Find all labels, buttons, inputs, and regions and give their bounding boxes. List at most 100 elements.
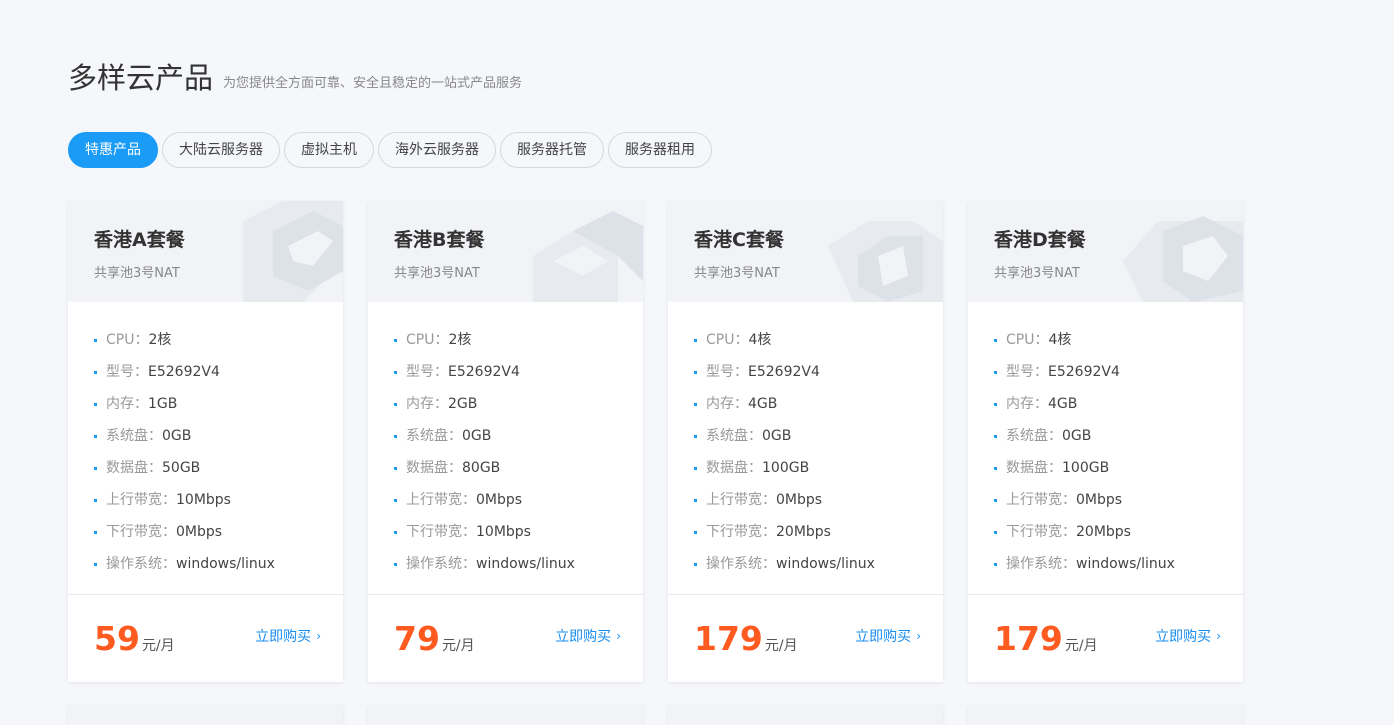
spec-item-data-disk: 数据盘： 80GB bbox=[394, 452, 575, 484]
card-header: 香港C套餐 共享池3号NAT bbox=[668, 201, 943, 302]
spec-label: 下行带宽： bbox=[106, 524, 176, 540]
spec-item-cpu: CPU： 2核 bbox=[394, 324, 575, 356]
spec-label: 数据盘： bbox=[706, 460, 762, 476]
spec-label: 操作系统： bbox=[706, 556, 776, 572]
bullet-icon bbox=[694, 562, 697, 566]
spec-item-download: 下行带宽： 10Mbps bbox=[394, 516, 575, 548]
spec-label: 操作系统： bbox=[406, 556, 476, 572]
spec-value: 4GB bbox=[1048, 396, 1078, 412]
price-unit: 元/月 bbox=[441, 638, 475, 654]
buy-now-link[interactable]: 立即购买 › bbox=[555, 626, 621, 646]
tab-server-rental[interactable]: 服务器租用 bbox=[608, 132, 712, 168]
spec-label: 下行带宽： bbox=[1006, 524, 1076, 540]
spec-item-model: 型号： E52692V4 bbox=[994, 356, 1175, 388]
tab-server-hosting[interactable]: 服务器托管 bbox=[500, 132, 604, 168]
buy-now-link[interactable]: 立即购买 › bbox=[255, 626, 321, 646]
tab-overseas-cloud[interactable]: 海外云服务器 bbox=[378, 132, 496, 168]
chevron-right-icon: › bbox=[1216, 629, 1221, 643]
card-header: 香港B套餐 共享池3号NAT bbox=[368, 201, 643, 302]
bullet-icon bbox=[694, 402, 697, 406]
price-row: 179 元/月 立即购买 › bbox=[994, 618, 1221, 658]
spec-label: 型号： bbox=[106, 364, 148, 380]
plan-price: 179 bbox=[694, 619, 763, 658]
product-tabs: 特惠产品 大陆云服务器 虚拟主机 海外云服务器 服务器托管 服务器租用 bbox=[68, 132, 716, 168]
spec-value: 2GB bbox=[448, 396, 478, 412]
spec-label: 上行带宽： bbox=[106, 492, 176, 508]
spec-label: 系统盘： bbox=[1006, 428, 1062, 444]
spec-value: 4GB bbox=[748, 396, 778, 412]
spec-value: 10Mbps bbox=[176, 492, 231, 508]
spec-value: 0GB bbox=[1062, 428, 1092, 444]
spec-label: 系统盘： bbox=[406, 428, 462, 444]
spec-item-upload: 上行带宽： 0Mbps bbox=[394, 484, 575, 516]
tab-special-offers[interactable]: 特惠产品 bbox=[68, 132, 158, 168]
price-unit: 元/月 bbox=[141, 638, 175, 654]
spec-item-data-disk: 数据盘： 100GB bbox=[694, 452, 875, 484]
section-subtitle: 为您提供全方面可靠、安全且稳定的一站式产品服务 bbox=[223, 76, 523, 91]
bullet-icon bbox=[94, 466, 97, 470]
spec-list: CPU： 2核 型号： E52692V4 内存： 2GB 系统盘： 0GB 数据… bbox=[394, 324, 575, 580]
spec-label: 数据盘： bbox=[406, 460, 462, 476]
spec-value: 2核 bbox=[148, 332, 172, 348]
spec-value: windows/linux bbox=[476, 556, 575, 572]
bullet-icon bbox=[994, 466, 997, 470]
spec-value: 4核 bbox=[748, 332, 772, 348]
spec-value: windows/linux bbox=[776, 556, 875, 572]
spec-item-memory: 内存： 4GB bbox=[994, 388, 1175, 420]
spec-value: 2核 bbox=[448, 332, 472, 348]
plan-price: 59 bbox=[94, 619, 140, 658]
divider bbox=[368, 594, 643, 595]
spec-value: 1GB bbox=[148, 396, 178, 412]
price-unit: 元/月 bbox=[764, 638, 798, 654]
plan-name: 香港A套餐 bbox=[94, 229, 185, 251]
tab-virtual-host[interactable]: 虚拟主机 bbox=[284, 132, 374, 168]
spec-value: windows/linux bbox=[176, 556, 275, 572]
bullet-icon bbox=[994, 402, 997, 406]
spec-item-data-disk: 数据盘： 100GB bbox=[994, 452, 1175, 484]
spec-label: 上行带宽： bbox=[1006, 492, 1076, 508]
spec-value: 0GB bbox=[462, 428, 492, 444]
bullet-icon bbox=[94, 498, 97, 502]
plan-pool: 共享池3号NAT bbox=[94, 266, 180, 281]
buy-now-label: 立即购买 bbox=[255, 629, 312, 645]
spec-value: 0Mbps bbox=[776, 492, 823, 508]
bullet-icon bbox=[394, 402, 397, 406]
plan-price: 79 bbox=[394, 619, 440, 658]
cube-decoration-icon bbox=[1113, 201, 1243, 302]
spec-label: CPU： bbox=[706, 332, 749, 348]
chevron-right-icon: › bbox=[916, 629, 921, 643]
product-cards: 香港A套餐 共享池3号NAT CPU： 2核 型号： E52692V4 内存： … bbox=[68, 201, 1268, 682]
bullet-icon bbox=[394, 498, 397, 502]
spec-label: 型号： bbox=[1006, 364, 1048, 380]
plan-price: 179 bbox=[994, 619, 1063, 658]
spec-value: 20Mbps bbox=[1076, 524, 1131, 540]
next-row-card-peek bbox=[368, 705, 643, 725]
tab-mainland-cloud[interactable]: 大陆云服务器 bbox=[162, 132, 280, 168]
spec-label: 内存： bbox=[406, 396, 448, 412]
spec-label: 型号： bbox=[406, 364, 448, 380]
cube-decoration-icon bbox=[513, 201, 643, 302]
buy-now-link[interactable]: 立即购买 › bbox=[1155, 626, 1221, 646]
spec-label: 型号： bbox=[706, 364, 748, 380]
bullet-icon bbox=[94, 370, 97, 374]
chevron-right-icon: › bbox=[616, 629, 621, 643]
spec-item-upload: 上行带宽： 10Mbps bbox=[94, 484, 275, 516]
spec-label: 内存： bbox=[706, 396, 748, 412]
spec-item-cpu: CPU： 2核 bbox=[94, 324, 275, 356]
spec-value: 100GB bbox=[762, 460, 810, 476]
spec-label: 内存： bbox=[106, 396, 148, 412]
buy-now-link[interactable]: 立即购买 › bbox=[855, 626, 921, 646]
spec-item-memory: 内存： 2GB bbox=[394, 388, 575, 420]
spec-value: E52692V4 bbox=[448, 364, 520, 380]
bullet-icon bbox=[994, 562, 997, 566]
spec-item-cpu: CPU： 4核 bbox=[994, 324, 1175, 356]
bullet-icon bbox=[394, 530, 397, 534]
spec-list: CPU： 2核 型号： E52692V4 内存： 1GB 系统盘： 0GB 数据… bbox=[94, 324, 275, 580]
spec-item-system-disk: 系统盘： 0GB bbox=[394, 420, 575, 452]
spec-value: windows/linux bbox=[1076, 556, 1175, 572]
product-card: 香港D套餐 共享池3号NAT CPU： 4核 型号： E52692V4 内存： … bbox=[968, 201, 1243, 682]
product-card: 香港C套餐 共享池3号NAT CPU： 4核 型号： E52692V4 内存： … bbox=[668, 201, 943, 682]
bullet-icon bbox=[94, 338, 97, 342]
divider bbox=[668, 594, 943, 595]
buy-now-label: 立即购买 bbox=[855, 629, 912, 645]
